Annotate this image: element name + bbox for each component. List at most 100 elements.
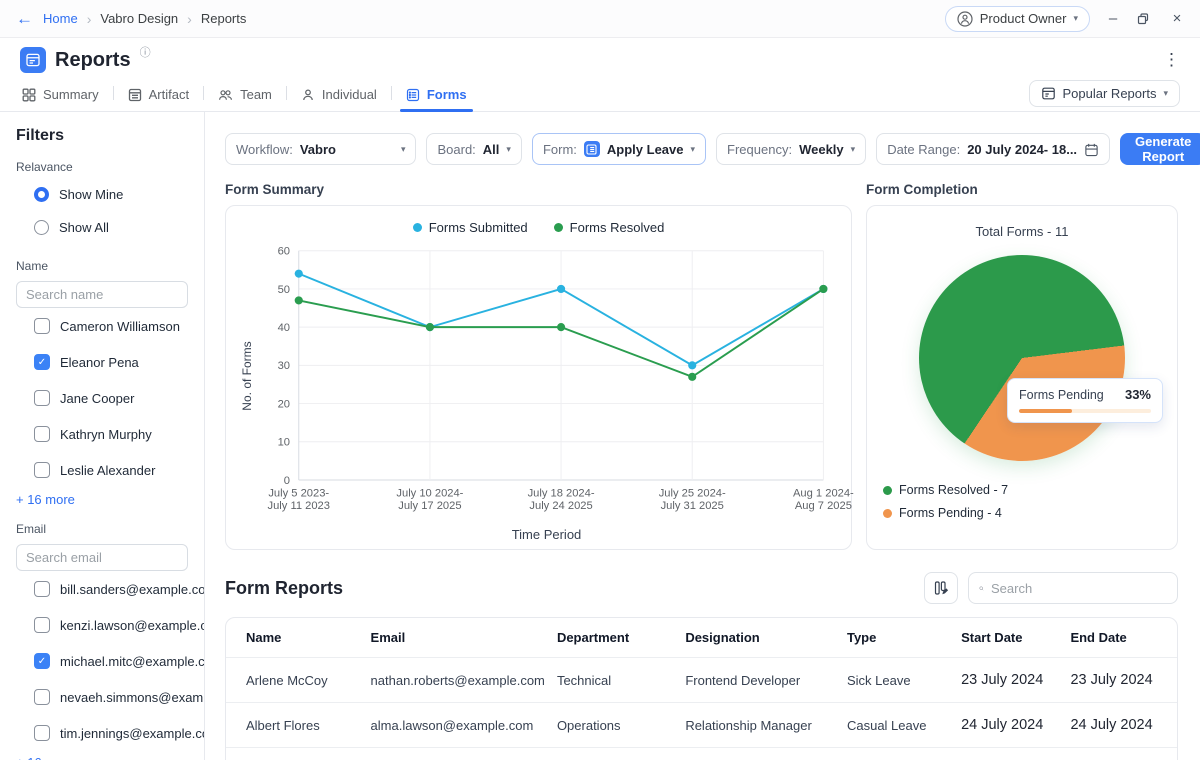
form-dropdown[interactable]: Form: Apply Leave ▾ — [531, 133, 707, 165]
checkbox-icon[interactable]: ✓ — [34, 354, 50, 370]
close-button[interactable]: × — [1168, 10, 1186, 27]
name-filter-label: Name — [16, 259, 49, 273]
checkbox-icon[interactable] — [34, 426, 50, 442]
table-cell — [961, 747, 1071, 760]
checkbox-icon[interactable] — [34, 689, 50, 705]
checkbox-icon[interactable] — [34, 462, 50, 478]
breadcrumb-home[interactable]: Home — [43, 11, 78, 26]
email-filter-option-label: bill.sanders@example.com — [60, 581, 205, 597]
svg-text:July 10 2024-July 17 2025: July 10 2024-July 17 2025 — [396, 488, 463, 513]
radio-icon[interactable] — [34, 187, 49, 202]
email-filter-option[interactable]: nevaeh.simmons@exampl... — [16, 679, 204, 715]
user-role-label: Product Owner — [979, 11, 1067, 26]
name-filter-option[interactable]: Leslie Alexander — [16, 452, 188, 488]
breadcrumb-page: Reports — [200, 11, 247, 26]
tab-forms[interactable]: Forms — [392, 87, 481, 112]
tooltip-progress-bar — [1019, 409, 1151, 413]
checkbox-icon[interactable] — [34, 581, 50, 597]
name-filter-option[interactable]: Cameron Williamson — [16, 308, 188, 344]
generate-report-button[interactable]: Generate Report — [1120, 133, 1200, 165]
table-cell: Operations — [556, 702, 686, 748]
total-forms-label: Total Forms - 11 — [975, 224, 1069, 239]
column-settings-button[interactable] — [924, 572, 958, 604]
restore-button[interactable] — [1136, 12, 1154, 26]
name-filter-option[interactable]: ✓ Eleanor Pena — [16, 344, 188, 380]
checkbox-icon[interactable] — [34, 318, 50, 334]
pie-chart[interactable] — [919, 255, 1125, 461]
table-row[interactable]: Arlene McCoy nathan.roberts@example.com Te… — [226, 657, 1177, 703]
tab-team[interactable]: Team — [204, 87, 286, 111]
table-row[interactable] — [226, 747, 1177, 760]
restore-icon — [1137, 12, 1149, 24]
column-header: Email — [370, 618, 557, 658]
email-more-link[interactable]: + 16 more — [16, 755, 188, 760]
workflow-dropdown[interactable]: Workflow: Vabro ▾ — [225, 133, 417, 165]
legend-label: Forms Submitted — [428, 220, 528, 235]
form-summary-card: Forms Submitted Forms Resolved No. of For… — [225, 205, 854, 550]
tooltip-label: Forms Pending — [1019, 387, 1104, 402]
tooltip-value: 33% — [1124, 387, 1151, 402]
search-email-input[interactable] — [16, 544, 188, 571]
tab-label: Summary — [43, 87, 99, 102]
email-filter-option[interactable]: tim.jennings@example.com — [16, 715, 204, 751]
name-filter-option[interactable]: Jane Cooper — [16, 380, 188, 416]
email-filter-option-label: kenzi.lawson@example.c... — [60, 617, 205, 633]
user-role-menu[interactable]: Product Owner ▾ — [944, 5, 1090, 32]
relevance-option[interactable]: Show All — [16, 211, 188, 244]
name-filter-option-label: Cameron Williamson — [60, 318, 180, 334]
table-search[interactable] — [968, 572, 1178, 604]
board-value: All — [482, 141, 500, 157]
tab-summary[interactable]: Summary — [20, 87, 113, 111]
back-icon[interactable]: ← — [16, 9, 33, 29]
svg-text:40: 40 — [278, 322, 290, 334]
tab-label: Forms — [426, 87, 467, 102]
board-dropdown[interactable]: Board: All ▾ — [426, 133, 522, 165]
legend-dot-icon — [883, 508, 892, 518]
breadcrumb-project[interactable]: Vabro Design — [100, 11, 178, 26]
name-filter-option[interactable]: Kathryn Murphy — [16, 416, 188, 452]
checkbox-icon[interactable] — [34, 617, 50, 633]
columns-edit-icon — [934, 581, 949, 595]
pie-legend-item: Forms Pending - 4 — [883, 506, 1161, 520]
popular-reports-button[interactable]: Popular Reports ▾ — [1028, 80, 1180, 107]
table-cell — [1070, 747, 1177, 760]
form-completion-title: Form Completion — [866, 182, 978, 197]
tab-individual[interactable]: Individual — [287, 87, 391, 111]
table-search-input[interactable] — [991, 580, 1167, 596]
legend-dot-icon — [883, 485, 892, 495]
tab-artifact[interactable]: Artifact — [114, 87, 203, 111]
frequency-dropdown[interactable]: Frequency: Weekly ▾ — [716, 133, 867, 165]
chevron-right-icon: › — [187, 10, 192, 27]
info-icon[interactable]: ⓘ — [140, 44, 151, 60]
relevance-option[interactable]: Show Mine — [16, 178, 188, 211]
date-range-picker[interactable]: Date Range: 20 July 2024- 18... — [876, 133, 1111, 165]
column-header: End Date — [1070, 618, 1177, 658]
email-filter-option[interactable]: kenzi.lawson@example.c... — [16, 607, 204, 643]
pie-legend-label: Forms Pending - 4 — [899, 506, 1002, 520]
legend-dot-icon — [412, 223, 422, 232]
radio-icon[interactable] — [34, 220, 49, 235]
table-row[interactable]: Albert Flores alma.lawson@example.com Oper… — [226, 702, 1177, 748]
checkbox-icon[interactable]: ✓ — [34, 653, 50, 669]
table-cell: Albert Flores — [226, 702, 371, 748]
checkbox-icon[interactable] — [34, 390, 50, 406]
relevance-label: Relavance — [16, 160, 73, 174]
name-more-link[interactable]: + 16 more — [16, 492, 188, 507]
svg-text:60: 60 — [278, 246, 290, 258]
more-options-icon[interactable]: ⋮ — [1163, 50, 1180, 70]
table-cell: 24 July 2024 — [1070, 702, 1177, 748]
name-filter-option-label: Kathryn Murphy — [60, 426, 152, 442]
email-filter-option[interactable]: ✓ michael.mitc@example.co... — [16, 643, 204, 679]
report-window-icon — [1041, 87, 1055, 100]
individual-icon — [303, 89, 313, 100]
search-name-input[interactable] — [16, 281, 188, 308]
table-cell: alma.lawson@example.com — [370, 702, 557, 748]
pie-legend-label: Forms Resolved - 7 — [899, 483, 1009, 497]
checkbox-icon[interactable] — [34, 725, 50, 741]
legend-label: Forms Resolved — [569, 220, 665, 235]
svg-text:July 25 2024-July 31 2025: July 25 2024-July 31 2025 — [659, 488, 726, 513]
tab-label: Team — [240, 87, 272, 102]
minimize-button[interactable]: – — [1104, 10, 1122, 27]
email-filter-option[interactable]: bill.sanders@example.com — [16, 571, 204, 607]
table-cell — [556, 747, 686, 760]
